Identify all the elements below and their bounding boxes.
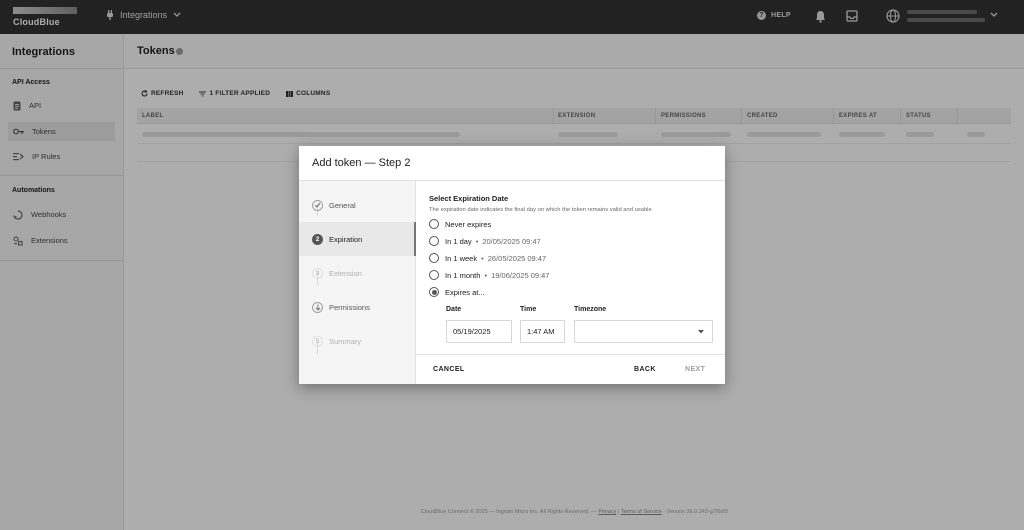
radio-label: In 1 week (445, 253, 478, 263)
time-field[interactable]: 1:47 AM (520, 320, 565, 343)
time-value: 1:47 AM (527, 327, 555, 336)
step-permissions[interactable]: Permissions (299, 290, 416, 324)
radio-in-1-day[interactable]: Never expires In 1 day • 20/05/2025 09:4… (429, 236, 541, 246)
timezone-label: Timezone (574, 306, 607, 313)
radio-never-expires[interactable]: Never expires (429, 219, 491, 229)
back-button[interactable]: BACK (634, 366, 656, 373)
radio-date: 19/06/2025 09:47 (491, 270, 550, 280)
step-number: 5 (312, 335, 323, 347)
radio-button[interactable] (429, 253, 439, 263)
radio-date-separator: • (484, 270, 488, 280)
radio-button[interactable] (429, 219, 439, 229)
step-extension: 3 Extension (299, 256, 416, 290)
check-icon (312, 199, 323, 211)
form-title: Select Expiration Date (429, 194, 509, 203)
step-label: Summary (329, 336, 362, 346)
radio-in-1-month[interactable]: In 1 month • 19/06/2025 09:47 (429, 270, 549, 280)
date-label: Date (446, 306, 462, 313)
step-label: Extension (329, 268, 362, 278)
arrow-down-icon (312, 301, 323, 313)
form-description: The expiration date indicates the final … (429, 207, 652, 213)
date-value: 05/19/2025 (453, 327, 491, 336)
step-expiration[interactable]: 2 Expiration (299, 222, 416, 256)
radio-date-separator: • (481, 253, 484, 263)
dialog-footer-divider (416, 354, 725, 355)
step-label: Permissions (329, 302, 370, 312)
date-field[interactable]: 05/19/2025 (446, 320, 512, 343)
radio-button[interactable] (429, 270, 439, 280)
add-token-dialog: Add token — Step 2 General 2 Expiration … (299, 146, 725, 384)
step-label: Expiration (329, 234, 363, 244)
step-number: 3 (312, 267, 323, 279)
dialog-title: Add token — Step 2 (312, 157, 411, 169)
radio-in-1-week[interactable]: In 1 week • 26/05/2025 09:47 (429, 253, 546, 263)
time-label: Time (520, 306, 537, 313)
radio-button[interactable] (429, 236, 439, 246)
cancel-button[interactable]: CANCEL (433, 366, 465, 373)
radio-label: Never expires (445, 219, 492, 229)
radio-date: 20/05/2025 09:47 (482, 236, 541, 246)
expiration-form: Select Expiration Date The expiration da… (429, 194, 719, 343)
radio-button-selected[interactable] (429, 287, 439, 297)
radio-date: 26/05/2025 09:47 (487, 253, 547, 263)
radio-label: In 1 day (445, 236, 472, 246)
step-label: General (329, 200, 356, 210)
radio-date-separator: • (475, 236, 479, 246)
step-number: 2 (312, 233, 323, 245)
timezone-select[interactable] (574, 320, 713, 343)
radio-label: In 1 month (445, 270, 481, 280)
radio-label: Expires at... (445, 287, 485, 297)
step-summary: 5 Summary (299, 324, 416, 358)
dropdown-caret-icon (698, 330, 704, 334)
step-general[interactable]: General (299, 188, 416, 222)
wizard-steps: General 2 Expiration 3 Extension Permiss… (299, 181, 416, 384)
next-button[interactable]: NEXT (685, 366, 705, 373)
radio-expires-at[interactable]: Expires at... (429, 287, 485, 297)
